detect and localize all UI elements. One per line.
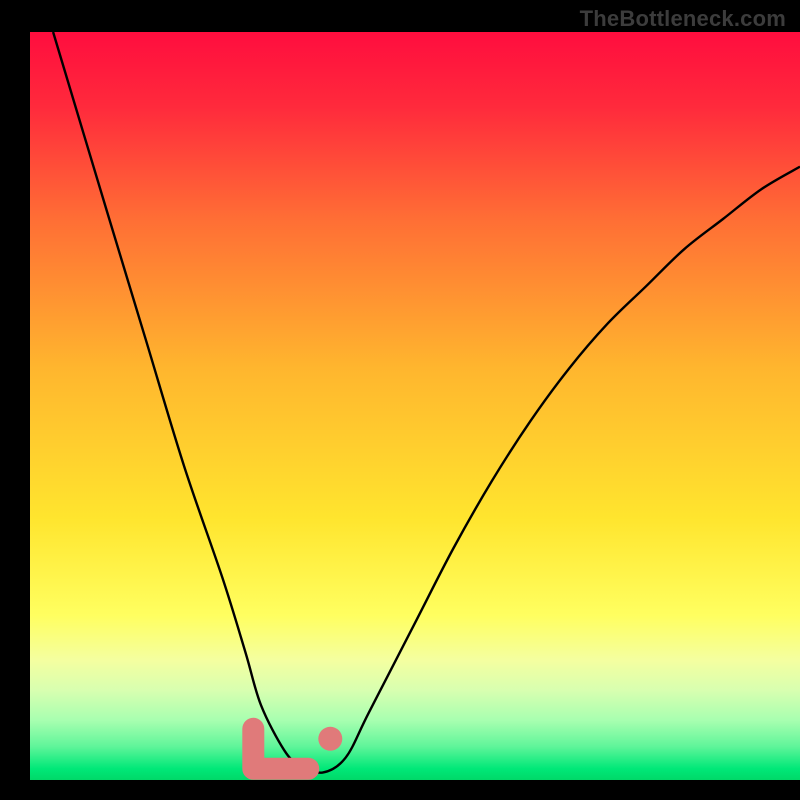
gradient-background (30, 32, 800, 780)
optimal-region-dot (318, 727, 342, 751)
chart-stage: TheBottleneck.com (0, 0, 800, 800)
chart-svg (0, 0, 800, 800)
watermark-text: TheBottleneck.com (580, 6, 786, 32)
